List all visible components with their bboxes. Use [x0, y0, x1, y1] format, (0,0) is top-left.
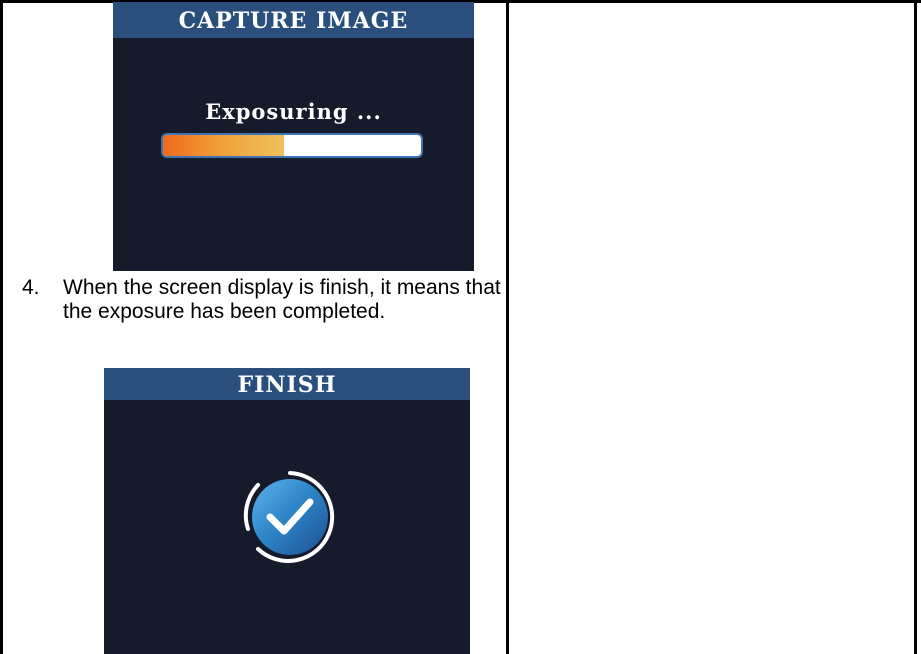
capture-image-screen: CAPTURE IMAGE Exposuring ... — [113, 2, 474, 271]
instruction-number: 4. — [22, 276, 40, 299]
exposure-status-text: Exposuring ... — [205, 99, 382, 124]
finish-screen: FINISH — [104, 368, 470, 654]
check-circle-icon — [240, 462, 340, 572]
table-left-border — [0, 0, 3, 654]
table-column-divider — [506, 0, 509, 654]
exposure-progress-bar — [161, 133, 423, 158]
instruction-text: When the screen display is finish, it me… — [63, 276, 501, 323]
exposure-progress-fill — [163, 135, 285, 156]
table-right-border — [914, 0, 917, 654]
finish-screen-title: FINISH — [104, 368, 470, 400]
capture-screen-title: CAPTURE IMAGE — [113, 2, 474, 38]
